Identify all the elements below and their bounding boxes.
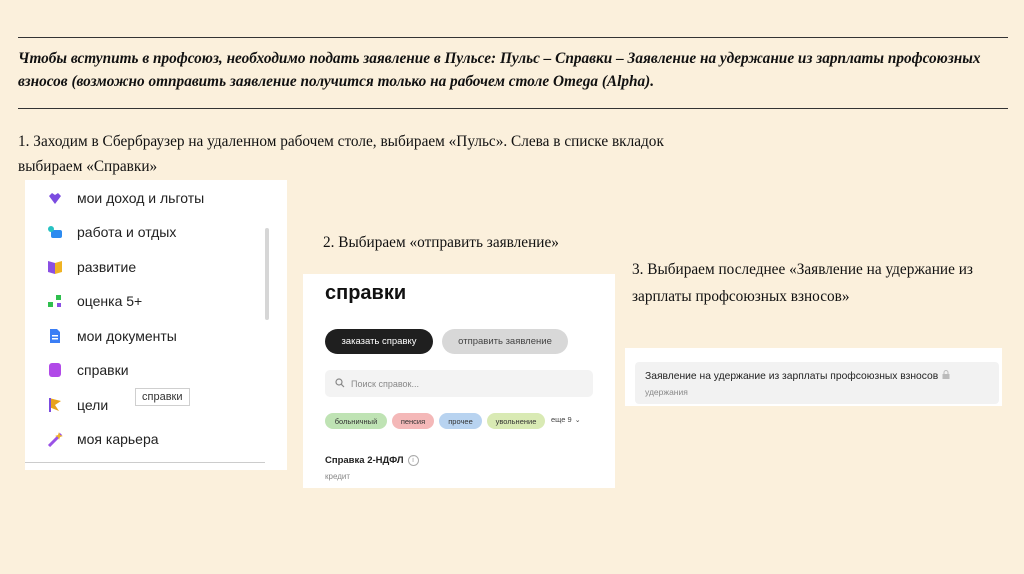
sidebar-item-label: справки — [77, 362, 129, 378]
application-title-row: Заявление на удержание из зарплаты профс… — [645, 370, 950, 382]
sidebar-item-label: мои доход и льготы — [77, 190, 205, 206]
star-wand-icon — [47, 431, 63, 448]
document-icon — [47, 328, 63, 344]
chip-dismissal[interactable]: увольнение — [487, 413, 545, 429]
sidebar-item-career[interactable]: моя карьера — [47, 425, 159, 453]
step1-text: 1. Заходим в Сбербраузер на удаленном ра… — [18, 133, 664, 175]
application-title: Заявление на удержание из зарплаты профс… — [645, 370, 939, 382]
sidebar-item-rating[interactable]: оценка 5+ — [47, 287, 142, 315]
sidebar-item-label: работа и отдых — [77, 224, 177, 240]
flag-icon — [47, 397, 63, 413]
sidebar-item-income[interactable]: мои доход и льготы — [47, 184, 204, 212]
lock-icon — [942, 370, 950, 382]
sparkle-icon — [47, 293, 63, 309]
sidebar-menu: мои доход и льготы работа и отдых развит… — [25, 180, 265, 462]
sidebar-item-label: оценка 5+ — [77, 293, 143, 309]
heart-icon — [47, 190, 63, 206]
send-application-button[interactable]: отправить заявление — [442, 329, 568, 354]
sidebar-item-label: моя карьера — [77, 431, 159, 447]
book-icon — [47, 259, 63, 275]
chip-pension[interactable]: пенсия — [392, 413, 434, 429]
order-certificate-button[interactable]: заказать справку — [325, 329, 433, 354]
bottom-divider — [18, 108, 1008, 109]
certificate-title: Справка 2-НДФЛ — [325, 455, 404, 466]
more-chips-toggle[interactable]: еще 9 ⌄ — [551, 415, 581, 424]
page-title: справки — [325, 282, 407, 304]
info-icon[interactable]: i — [407, 455, 419, 466]
search-icon — [335, 377, 345, 390]
sidebar-item-goals[interactable]: цели — [47, 391, 108, 419]
application-subtitle: удержания — [645, 387, 688, 397]
step3-text: 3. Выбираем последнее «Заявление на удер… — [632, 261, 973, 305]
chip-sick-leave[interactable]: больничный — [325, 413, 387, 429]
top-divider — [18, 37, 1008, 38]
application-screenshot: Заявление на удержание из зарплаты профс… — [625, 348, 1002, 406]
tooltip: справки — [135, 388, 190, 406]
certificate-item[interactable]: Справка 2-НДФЛ i — [325, 455, 419, 466]
sidebar-item-development[interactable]: развитие — [47, 253, 136, 281]
chevron-down-icon: ⌄ — [574, 416, 581, 424]
search-input[interactable]: Поиск справок... — [325, 370, 593, 397]
certificate-subtitle: кредит — [325, 472, 351, 481]
chip-other[interactable]: прочее — [439, 413, 482, 429]
more-chips-label: еще 9 — [551, 415, 572, 424]
palm-briefcase-icon — [47, 224, 63, 240]
sidebar-item-label: мои документы — [77, 328, 177, 344]
application-item[interactable]: Заявление на удержание из зарплаты профс… — [635, 362, 999, 404]
sidebar-item-certificates[interactable]: справки — [47, 356, 129, 384]
sidebar-item-work[interactable]: работа и отдых — [47, 218, 176, 246]
scrollbar[interactable] — [265, 228, 269, 320]
certificates-screenshot: справки заказать справку отправить заявл… — [303, 274, 615, 488]
menu-divider — [25, 462, 265, 463]
menu-screenshot: мои доход и льготы работа и отдых развит… — [25, 180, 287, 470]
search-placeholder: Поиск справок... — [351, 378, 419, 389]
certificate-icon — [47, 362, 63, 378]
sidebar-item-documents[interactable]: мои документы — [47, 322, 177, 350]
step2-text: 2. Выбираем «отправить заявление» — [323, 234, 559, 251]
sidebar-item-label: цели — [77, 397, 109, 413]
intro-text: Чтобы вступить в профсоюз, необходимо по… — [18, 50, 981, 90]
sidebar-item-label: развитие — [77, 259, 137, 275]
